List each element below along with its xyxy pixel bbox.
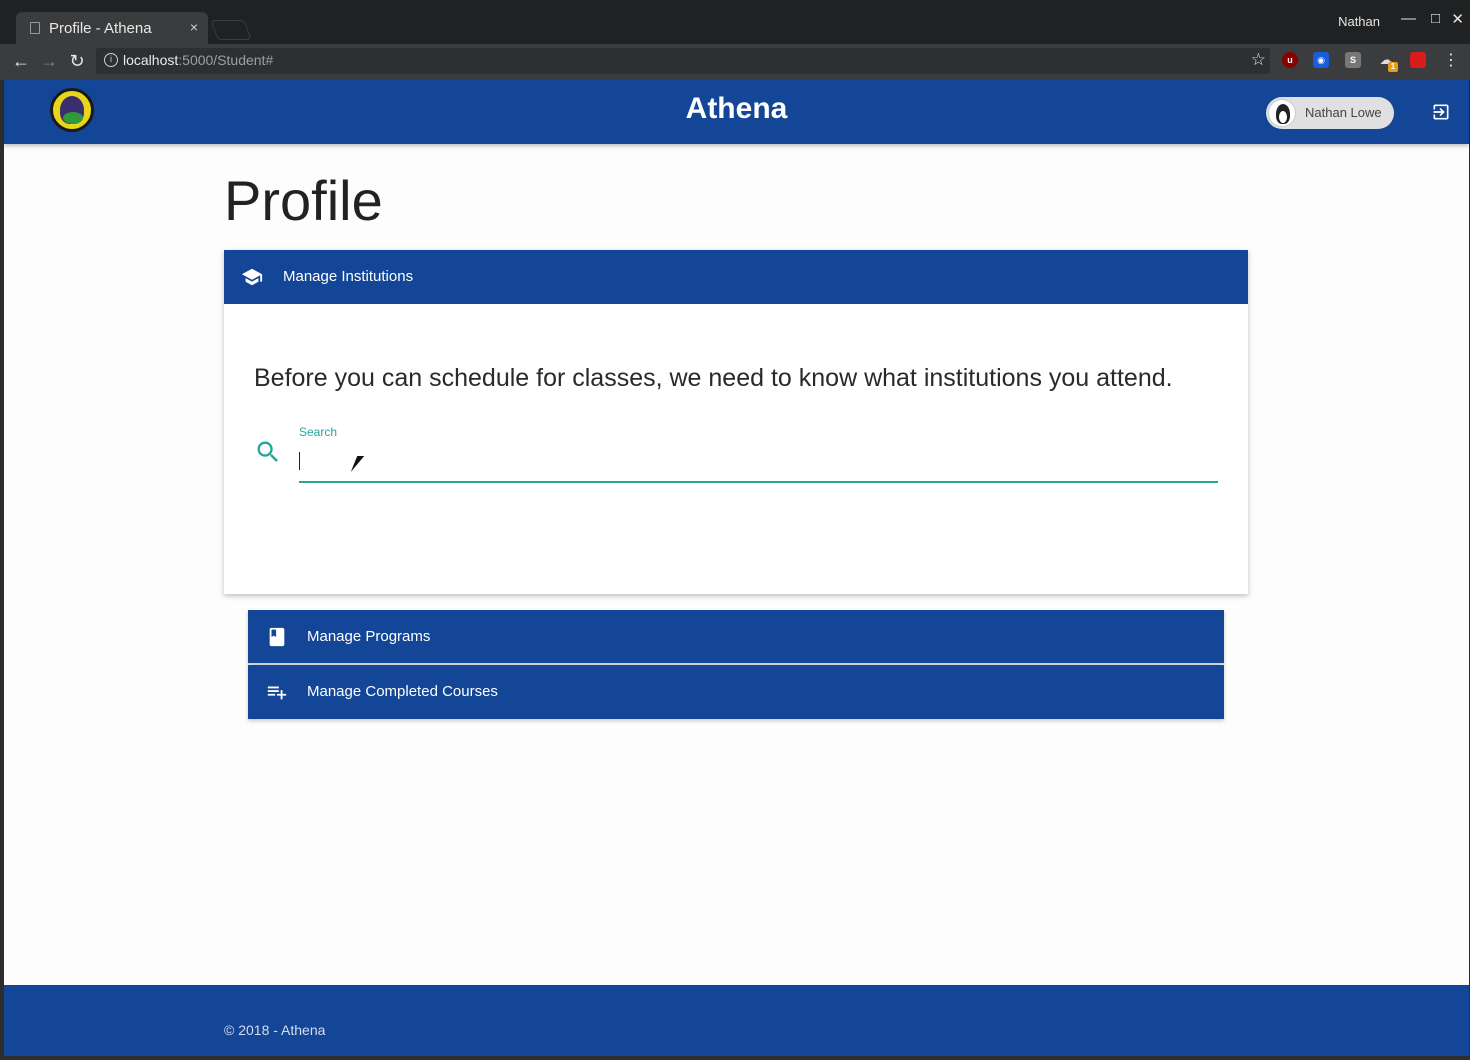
stylus-icon[interactable]: S [1345, 52, 1361, 68]
playlist-add-icon [267, 686, 287, 700]
app-title: Athena [685, 92, 788, 125]
url-text[interactable]: localhost:5000/Student# [123, 52, 273, 68]
page-footer: © 2018 - Athena [4, 985, 1469, 1056]
search-icon [257, 441, 278, 462]
web-page: Athena Nathan Lowe Profile Manage Instit… [4, 80, 1469, 1056]
close-icon[interactable]: ✕ [1451, 10, 1464, 28]
reload-icon[interactable]: ↻ [66, 50, 88, 72]
completed-courses-label: Manage Completed Courses [307, 683, 498, 700]
tab-close-button[interactable]: × [190, 19, 198, 35]
page-title: Profile [224, 169, 383, 232]
institutions-panel: Manage Institutions Before you can sched… [224, 250, 1248, 594]
browser-toolbar: ← → ↻ i localhost:5000/Student# ☆ u ◉ S … [0, 44, 1470, 80]
programs-section[interactable]: Manage Programs [248, 610, 1224, 664]
institutions-header[interactable]: Manage Institutions [224, 250, 1248, 304]
window-profile-name[interactable]: Nathan [1338, 14, 1380, 29]
search-input[interactable] [299, 445, 1218, 483]
search-label: Search [299, 425, 338, 439]
programs-section-label: Manage Programs [307, 628, 431, 645]
bookmark-star-icon[interactable]: ☆ [1251, 50, 1266, 70]
penguin-belly [1279, 111, 1287, 123]
new-tab-button[interactable] [210, 20, 252, 40]
book-icon [269, 627, 285, 647]
browser-tab[interactable]: Profile - Athena × [16, 12, 208, 44]
tab-strip: Profile - Athena × Nathan — □ ✕ [0, 0, 1470, 44]
completed-courses-section[interactable]: Manage Completed Courses [248, 665, 1224, 719]
logout-icon[interactable] [1431, 102, 1451, 122]
user-chip[interactable]: Nathan Lowe [1266, 97, 1394, 129]
user-name: Nathan Lowe [1305, 105, 1382, 120]
text-caret [299, 452, 300, 470]
bitwarden-icon[interactable]: ◉ [1313, 52, 1329, 68]
tab-title: Profile - Athena [49, 20, 152, 37]
avatar [1268, 99, 1296, 127]
minimize-icon[interactable]: — [1401, 10, 1416, 27]
address-bar[interactable]: i localhost:5000/Student# ☆ [96, 48, 1270, 74]
box-icon[interactable] [1410, 52, 1426, 68]
browser-window: Profile - Athena × Nathan — □ ✕ ← → ↻ i … [0, 0, 1470, 1060]
section-divider [248, 663, 1224, 664]
copyright-text: © 2018 - Athena [224, 1022, 326, 1038]
ublock-icon[interactable]: u [1282, 52, 1298, 68]
back-icon[interactable]: ← [10, 50, 32, 72]
maximize-icon[interactable]: □ [1431, 10, 1440, 27]
institutions-lead-text: Before you can schedule for classes, we … [254, 364, 1173, 392]
info-icon[interactable]: i [104, 53, 118, 67]
forward-icon[interactable]: → [38, 50, 60, 72]
extension-badge: 1 [1388, 62, 1398, 72]
graduation-cap-icon [241, 268, 263, 286]
app-bar: Athena Nathan Lowe [4, 80, 1469, 144]
menu-dots-icon[interactable]: ⋮ [1440, 50, 1462, 72]
page-icon [30, 22, 40, 34]
institutions-header-label: Manage Institutions [283, 268, 414, 285]
